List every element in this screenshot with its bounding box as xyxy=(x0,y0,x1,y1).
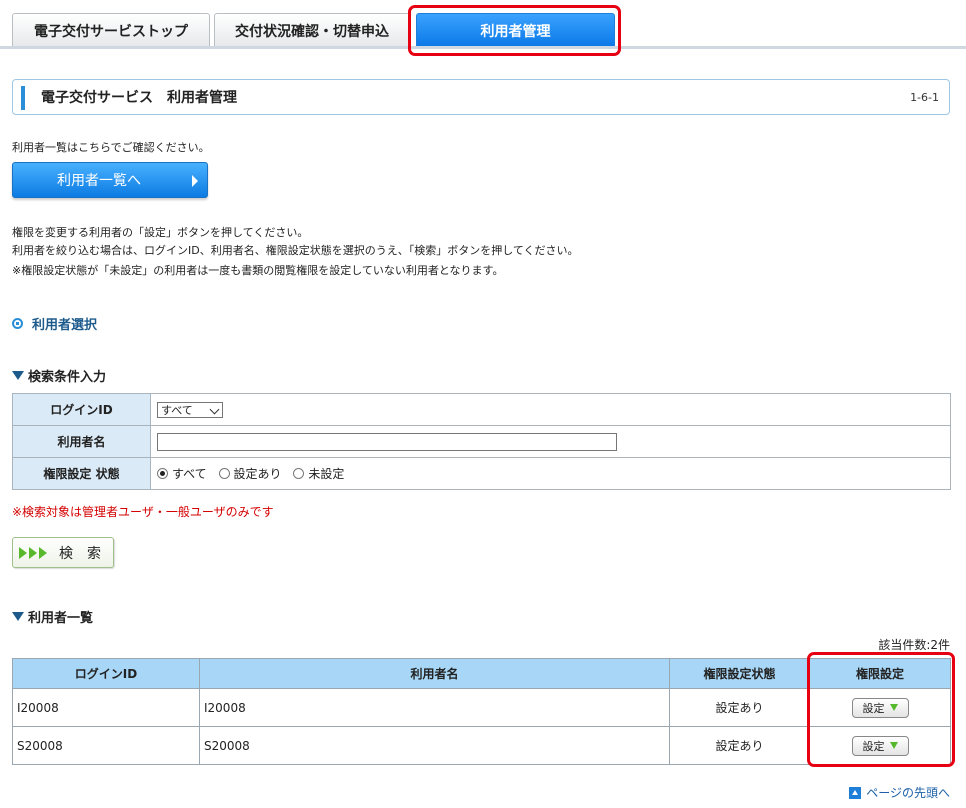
button-label: 利用者一覧へ xyxy=(57,173,141,189)
search-note: ※検索対象は管理者ユーザ・一般ユーザのみです xyxy=(12,505,274,519)
user-list-button[interactable]: 利用者一覧へ xyxy=(12,162,208,198)
search-form-table: ログインID すべて 利用者名 権限設定 状態 すべて 設定あり 未設定 xyxy=(12,393,951,490)
instruction-line-1: 権限を変更する利用者の「設定」ボタンを押してください。 xyxy=(12,226,309,239)
user-name-label: 利用者名 xyxy=(12,425,151,458)
status-radio-set[interactable]: 設定あり xyxy=(218,465,282,482)
results-heading-label: 利用者一覧 xyxy=(28,611,94,626)
status-cell: すべて 設定あり 未設定 xyxy=(150,457,951,490)
login-id-label: ログインID xyxy=(12,393,151,426)
tab-status-confirm[interactable]: 交付状況確認・切替申込 xyxy=(214,13,410,47)
chevron-down-icon xyxy=(209,404,220,414)
status-radio-unset[interactable]: 未設定 xyxy=(293,465,344,482)
triangle-down-icon xyxy=(12,371,24,380)
section-bullet-icon xyxy=(12,318,23,329)
cell-name: S20008 xyxy=(199,726,670,765)
arrow-right-icon xyxy=(192,175,198,187)
status-label: 権限設定 状態 xyxy=(12,457,151,490)
cell-login: I20008 xyxy=(12,688,200,727)
triangle-down-icon xyxy=(12,612,24,621)
search-button-label: 検 索 xyxy=(59,545,101,562)
triple-arrow-icon xyxy=(19,546,49,559)
page-top-link[interactable]: ページの先頭へ xyxy=(849,784,950,801)
tab-label: 電子交付サービストップ xyxy=(34,23,188,40)
search-heading-label: 検索条件入力 xyxy=(28,370,107,385)
results-heading: 利用者一覧 xyxy=(12,607,93,626)
select-value: すべて xyxy=(161,403,193,417)
user-name-input[interactable] xyxy=(157,432,617,451)
highlight-box-tab xyxy=(408,5,621,56)
radio-label: すべて xyxy=(172,467,207,481)
section-title: 利用者選択 xyxy=(32,318,98,333)
arrow-up-icon xyxy=(849,786,862,799)
page-top-label: ページの先頭へ xyxy=(866,786,950,800)
highlight-box-permission xyxy=(807,652,955,767)
column-header-login: ログインID xyxy=(12,658,200,689)
list-text: 利用者一覧はこちらでご確認ください。 xyxy=(12,141,210,154)
section-heading: 利用者選択 xyxy=(12,314,97,333)
page-title: 電子交付サービス 利用者管理 xyxy=(41,90,237,106)
page-id: 1-6-1 xyxy=(910,91,939,104)
tab-service-top[interactable]: 電子交付サービストップ xyxy=(12,13,210,47)
radio-label: 未設定 xyxy=(308,467,345,481)
search-button[interactable]: 検 索 xyxy=(12,537,114,568)
instruction-line-2: 利用者を絞り込む場合は、ログインID、利用者名、権限設定状態を選択のうえ、「検索… xyxy=(12,244,579,257)
column-header-status: 権限設定状態 xyxy=(669,658,810,689)
instruction-line-3: ※権限設定状態が「未設定」の利用者は一度も書類の閲覧権限を設定していない利用者と… xyxy=(12,264,504,277)
login-id-cell: すべて xyxy=(150,393,951,426)
login-id-select[interactable]: すべて xyxy=(157,401,223,418)
radio-circle xyxy=(218,468,230,479)
radio-circle xyxy=(157,468,168,479)
radio-label: 設定あり xyxy=(233,467,282,481)
header-accent-bar xyxy=(21,86,25,110)
cell-status: 設定あり xyxy=(669,688,810,727)
result-count: 該当件数:2件 xyxy=(878,638,950,652)
search-heading: 検索条件入力 xyxy=(12,366,106,385)
user-name-cell xyxy=(150,425,951,458)
cell-status: 設定あり xyxy=(669,726,810,765)
tab-label: 交付状況確認・切替申込 xyxy=(235,23,389,40)
column-header-name: 利用者名 xyxy=(199,658,670,689)
radio-circle xyxy=(293,468,305,479)
cell-name: I20008 xyxy=(199,688,670,727)
status-radio-all[interactable]: すべて xyxy=(157,465,207,482)
page-header: 電子交付サービス 利用者管理 1-6-1 xyxy=(12,79,950,115)
cell-login: S20008 xyxy=(12,726,200,765)
